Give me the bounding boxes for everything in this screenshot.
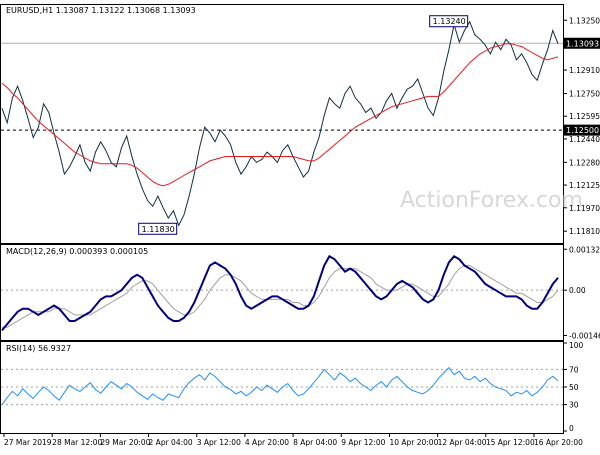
time-tick-label: 28 Mar 12:00 xyxy=(52,438,102,447)
macd-tick-label: 0.00 xyxy=(569,286,586,295)
macd-tick-label: 0.001327 xyxy=(569,245,600,254)
time-tick-label: 16 Apr 20:00 xyxy=(534,438,583,447)
watermark: ActionForex.com xyxy=(400,188,583,213)
rsi-tick-label: 0 xyxy=(569,424,574,433)
time-tick-label: 4 Apr 20:00 xyxy=(245,438,289,447)
price-header: EURUSD,H1 1.13087 1.13122 1.13068 1.1309… xyxy=(6,6,196,15)
price-tick-label: 1.12280 xyxy=(569,158,600,167)
time-tick-label: 8 Apr 04:00 xyxy=(293,438,337,447)
low-label: 1.11830 xyxy=(142,225,175,234)
high-marker[interactable]: 1.13240 xyxy=(430,16,468,27)
rsi-tick-label: 50 xyxy=(569,383,579,392)
last-price-tag: 1.13093 xyxy=(564,38,600,49)
high-label: 1.13240 xyxy=(433,17,466,26)
time-tick-label: 15 Apr 12:00 xyxy=(486,438,535,447)
time-tick-label: 12 Apr 04:00 xyxy=(438,438,487,447)
time-tick-label: 10 Apr 20:00 xyxy=(389,438,438,447)
support-tag: 1.12500 xyxy=(564,125,600,136)
rsi-tick-label: 30 xyxy=(569,401,579,410)
time-tick-label: 9 Apr 12:00 xyxy=(341,438,385,447)
rsi-tick-label: 100 xyxy=(569,341,584,350)
time-tick-label: 27 Mar 2019 xyxy=(4,438,52,447)
price-tick-label: 1.12750 xyxy=(569,90,600,99)
price-tick-label: 1.13250 xyxy=(569,16,600,25)
time-tick-label: 29 Mar 20:00 xyxy=(100,438,150,447)
rsi-header: RSI(14) 56.9327 xyxy=(6,344,71,353)
price-tick-label: 1.11970 xyxy=(569,204,600,213)
price-tick-label: 1.12910 xyxy=(569,66,600,75)
macd-tick-label: -0.001469 xyxy=(569,332,600,341)
low-marker[interactable]: 1.11830 xyxy=(139,223,177,234)
price-tick-label: 1.12440 xyxy=(569,135,600,144)
time-tick-label: 3 Apr 12:00 xyxy=(197,438,241,447)
rsi-tick-label: 70 xyxy=(569,365,579,374)
last-price-tag-label: 1.13093 xyxy=(566,39,599,48)
time-tick-label: 2 Apr 04:00 xyxy=(149,438,193,447)
price-tick-label: 1.12595 xyxy=(569,112,600,121)
price-tick-label: 1.11810 xyxy=(569,227,600,236)
chart-canvas: ActionForex.com 1.13240 1.11830 EURUSD,H… xyxy=(0,0,600,450)
support-tag-label: 1.12500 xyxy=(566,126,599,135)
macd-header: MACD(12,26,9) 0.000393 0.000105 xyxy=(6,247,148,256)
chart-window: ActionForex.com 1.13240 1.11830 EURUSD,H… xyxy=(0,0,600,450)
price-tick-label: 1.12125 xyxy=(569,181,600,190)
